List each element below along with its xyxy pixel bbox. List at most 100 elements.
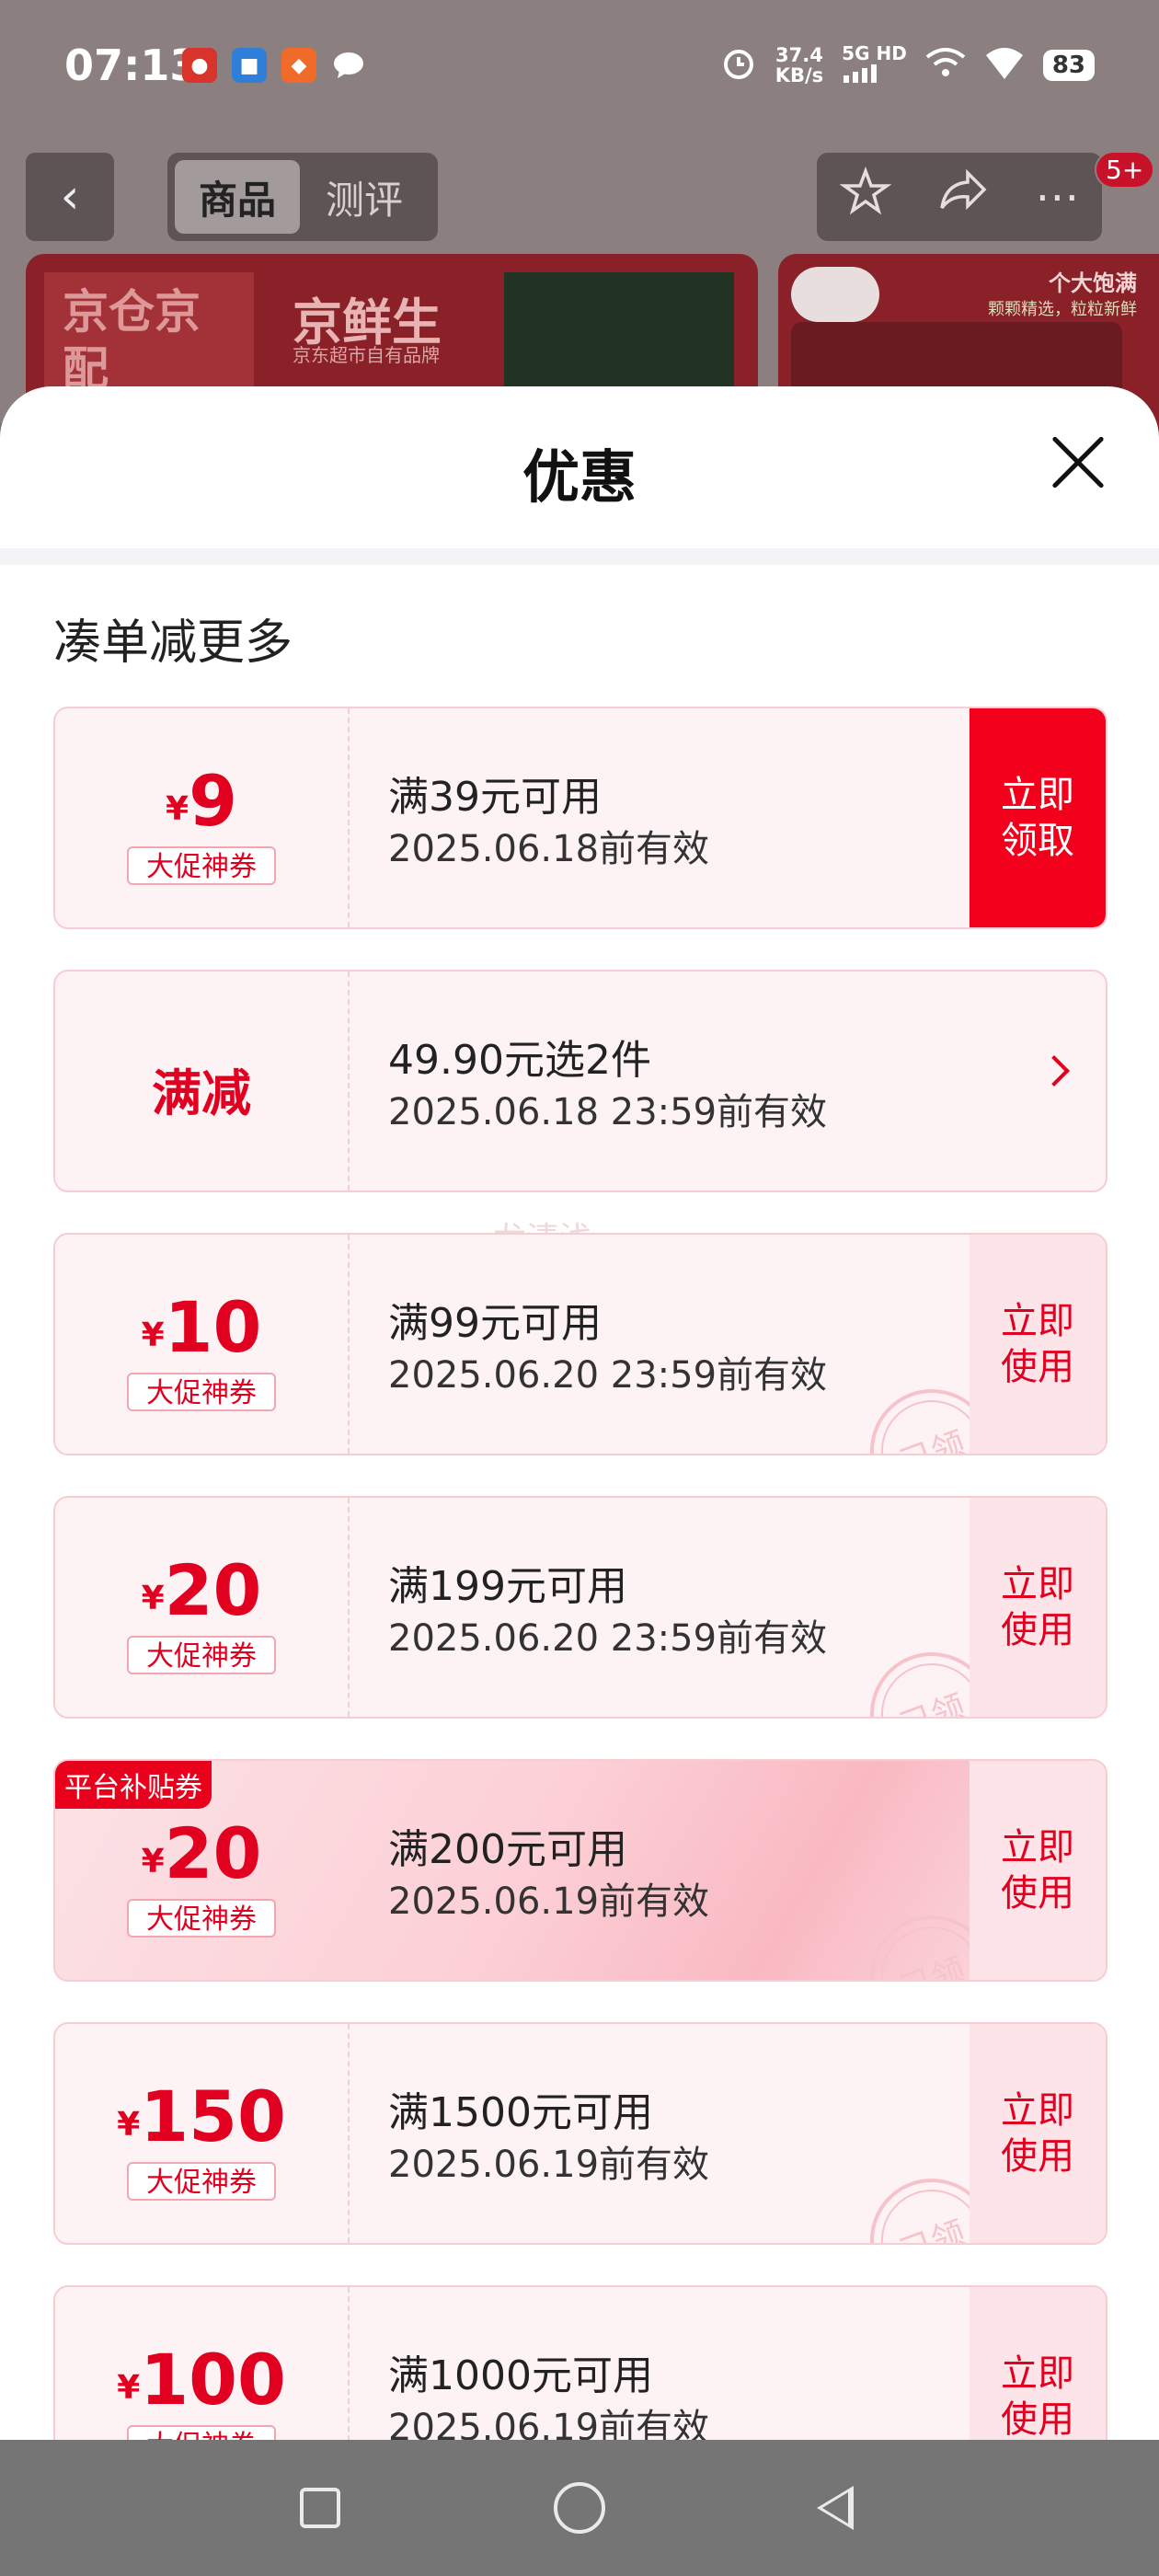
net-speed: 37.4 KB/s [775,45,823,86]
back-triangle-icon[interactable] [817,2486,854,2530]
coupon-separator [348,1235,350,1454]
tab-switcher: 商品 测评 [167,153,438,241]
more-icon[interactable]: ⋯ [1035,171,1079,223]
wifi-icon [984,44,1025,86]
coupon-tag: 大促神券 [127,1373,276,1411]
app-icon-3: ◆ [281,48,316,83]
coupon-amount: ¥10 [55,1286,348,1368]
coupon-value: ¥100 大促神券 [55,2287,348,2440]
coupon-card[interactable]: ¥20 大促神券 满199元可用 2025.06.20 23:59前有效 已领 … [53,1496,1107,1719]
amount-number: 10 [164,1286,262,1368]
share-icon[interactable] [936,166,990,228]
notification-icons: ● ■ ◆ [182,48,366,83]
net-speed-unit: KB/s [775,63,824,86]
coupon-separator [348,972,350,1190]
promo-condition: 49.90元选2件 [388,1037,651,1084]
coupon-condition: 满1000元可用 [388,2352,653,2399]
coupon-validity: 2025.06.19前有效 [388,2407,710,2440]
sheet-title: 优惠 [522,443,637,511]
chat-bubble-icon [331,48,366,83]
coupon-amount: ¥20 [55,1549,348,1631]
banner-right-sub: 颗颗精选，粒粒新鲜 [988,300,1137,319]
system-nav-bar [0,2440,1159,2576]
amount-number: 20 [164,1549,262,1631]
coupon-amount: ¥150 [55,2076,348,2157]
promo-validity: 2025.06.18 23:59前有效 [388,1091,828,1133]
currency-symbol: ¥ [117,2106,141,2144]
coupon-card[interactable]: ¥9 大促神券 满39元可用 2025.06.18前有效 立即领取 [53,707,1107,929]
net-speed-value: 37.4 [775,43,823,66]
chevron-left-icon: ‹ [60,169,80,224]
claim-button[interactable]: 立即领取 [970,708,1106,927]
chevron-right-icon[interactable] [1039,1055,1070,1087]
status-bar: 07:13 ● ■ ◆ 37.4 KB/s 5G HD 83 [0,0,1159,138]
coupon-validity: 2025.06.18前有效 [388,828,710,870]
currency-symbol: ¥ [141,1843,165,1880]
coupon-separator [348,1498,350,1717]
back-button[interactable]: ‹ [26,153,114,241]
use-button[interactable]: 立即使用 [970,1761,1106,1980]
coupon-condition: 满39元可用 [388,774,602,821]
coupon-amount: ¥100 [55,2339,348,2421]
amount-number: 150 [140,2076,286,2157]
coupon-amount: ¥9 [55,760,348,842]
promo-type: 满减 [55,972,348,1190]
coupon-validity: 2025.06.19前有效 [388,2144,710,2186]
signal-icon [843,64,878,83]
status-time: 07:13 [64,40,200,90]
net-type-label: 5G HD [842,42,907,64]
coupon-card[interactable]: ¥10 大促神券 满99元可用 2025.06.20 23:59前有效 已领 立… [53,1233,1107,1455]
coupon-value: ¥10 大促神券 [55,1235,348,1454]
coupon-condition: 满200元可用 [388,1826,627,1873]
battery-icon: 83 [1042,49,1095,81]
star-icon[interactable] [839,166,892,228]
coupon-condition: 满199元可用 [388,1563,627,1610]
promo-label: 满减 [152,1064,251,1122]
tab-product[interactable]: 商品 [175,160,300,234]
coupon-condition: 满99元可用 [388,1300,602,1347]
alarm-icon [720,44,757,86]
currency-symbol: ¥ [166,790,189,828]
amount-number: 9 [189,760,237,842]
use-button[interactable]: 立即使用 [970,1498,1106,1717]
coupon-tag: 大促神券 [127,2162,276,2201]
use-button[interactable]: 立即使用 [970,2024,1106,2243]
currency-symbol: ¥ [141,1317,165,1354]
banner-right-title: 个大饱满 [1049,270,1137,296]
divider [0,548,1159,565]
banner-brand-sub: 京东超市自有品牌 [293,344,440,366]
offers-sheet: 优惠 凑单减更多 ¥9 大促神券 满39元可用 2025.06.18前有效 立即… [0,386,1159,2440]
net-type: 5G HD [842,42,907,87]
promo-card[interactable]: 满减 49.90元选2件 2025.06.18 23:59前有效 [53,970,1107,1192]
recents-icon[interactable] [300,2488,340,2528]
wifi-calling-icon [925,44,966,86]
coupon-validity: 2025.06.19前有效 [388,1880,710,1923]
coupon-condition: 满1500元可用 [388,2089,653,2136]
section-title: 凑单减更多 [53,615,293,671]
app-icon-1: ● [182,48,217,83]
header-actions: ⋯ [817,153,1102,241]
use-button[interactable]: 立即使用 [970,2287,1106,2440]
coupon-card[interactable]: ¥100 大促神券 满1000元可用 2025.06.19前有效 立即使用 [53,2285,1107,2440]
coupon-separator [348,2287,350,2440]
coupon-tag: 大促神券 [127,1636,276,1674]
status-right: 37.4 KB/s 5G HD 83 [720,42,1095,87]
amount-number: 100 [140,2339,286,2421]
coupon-tag: 大促神券 [127,846,276,885]
background-app: 07:13 ● ■ ◆ 37.4 KB/s 5G HD 83 ‹ 商品 测评 ⋯… [0,0,1159,438]
coupon-validity: 2025.06.20 23:59前有效 [388,1354,828,1397]
platform-subsidy-tag: 平台补贴券 [55,1761,212,1809]
product-nav: ‹ 商品 测评 ⋯ [0,153,1159,241]
coupon-card[interactable]: ¥20 大促神券 平台补贴券 满200元可用 2025.06.19前有效 已领 … [53,1759,1107,1982]
home-icon[interactable] [554,2482,605,2534]
joy-dog-logo [791,267,879,322]
coupon-separator [348,708,350,927]
coupon-value: ¥150 大促神券 [55,2024,348,2243]
currency-symbol: ¥ [141,1580,165,1617]
coupon-separator [348,2024,350,2243]
close-icon[interactable] [1049,432,1107,491]
currency-symbol: ¥ [117,2369,141,2407]
tab-review[interactable]: 测评 [302,160,427,234]
use-button[interactable]: 立即使用 [970,1235,1106,1454]
coupon-card[interactable]: ¥150 大促神券 满1500元可用 2025.06.19前有效 已领 立即使用 [53,2022,1107,2245]
